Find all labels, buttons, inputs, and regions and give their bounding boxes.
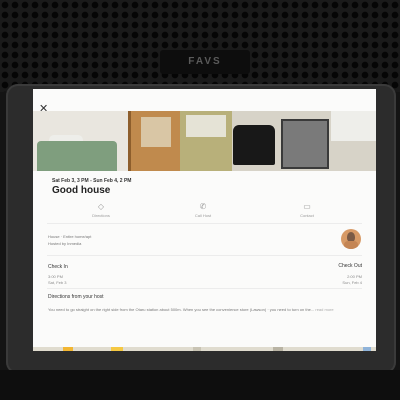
check-in-label: Check In: [48, 264, 68, 270]
host-avatar[interactable]: [341, 229, 361, 249]
speaker-mesh-background: [0, 0, 400, 92]
divider: [47, 288, 362, 289]
call-host-label: Call Host: [194, 213, 212, 218]
chat-icon: ▭: [303, 202, 311, 211]
diamond-directions-icon: ◇: [97, 202, 105, 211]
taskbar-strip: [33, 347, 376, 351]
stand-logo: FAVS: [160, 50, 250, 74]
contact-button[interactable]: ▭ Contact: [287, 202, 327, 218]
directions-button[interactable]: ◇ Directions: [81, 202, 121, 218]
directions-heading: Directions from your host: [48, 294, 104, 300]
directions-body: You need to go straight on the right sid…: [48, 307, 315, 312]
check-out-label: Check Out: [338, 263, 362, 269]
listing-title: Good house: [52, 185, 111, 196]
contact-label: Contact: [300, 213, 314, 218]
divider: [47, 223, 362, 224]
call-host-button[interactable]: ✆ Call Host: [183, 202, 223, 218]
host-name: Hosted by Inmedia: [48, 241, 82, 246]
app-screen: ✕ Sat Feb 3, 3 PM - Sun Feb 4, 2 PM Good…: [33, 89, 376, 351]
directions-text: You need to go straight on the right sid…: [48, 307, 363, 313]
listing-photo[interactable]: [33, 111, 376, 171]
phone-icon: ✆: [199, 202, 207, 211]
reservation-dates: Sat Feb 3, 3 PM - Sun Feb 4, 2 PM: [52, 178, 132, 184]
desk-surface: [0, 370, 400, 400]
read-more-link[interactable]: read more: [315, 307, 333, 312]
check-out-date: Sun, Feb 4: [342, 280, 362, 285]
directions-label: Directions: [92, 213, 110, 218]
check-in-date: Sat, Feb 3: [48, 280, 67, 285]
divider: [47, 255, 362, 256]
listing-type: House · Entire home/apt: [48, 234, 92, 239]
